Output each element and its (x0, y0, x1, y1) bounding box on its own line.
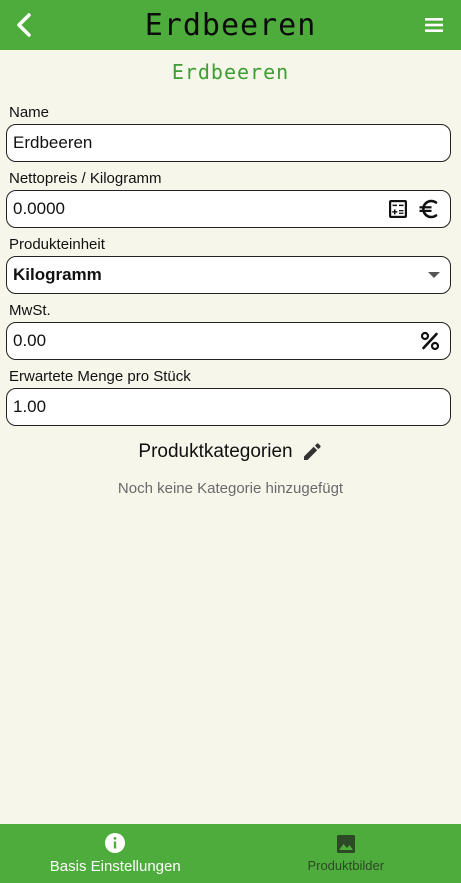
page-title: Erdbeeren (171, 60, 290, 84)
image-icon (336, 834, 356, 854)
tab-basis-einstellungen[interactable]: Basis Einstellungen (0, 824, 231, 883)
unit-select[interactable]: Kilogramm (6, 256, 451, 294)
net-price-label: Nettopreis / Kilogramm (9, 170, 162, 187)
tab-label: Produktbilder (307, 858, 385, 873)
unit-label: Produkteinheit (9, 236, 105, 253)
categories-empty-text: Noch keine Kategorie hinzugefügt (117, 480, 344, 497)
app-bar: Erdbeeren (0, 0, 461, 50)
dropdown-arrow-icon (428, 271, 440, 279)
name-field[interactable]: Erdbeeren (6, 124, 451, 162)
chevron-left-icon (14, 13, 34, 37)
euro-icon[interactable] (418, 198, 440, 220)
calculator-icon[interactable] (388, 199, 408, 219)
app-bar-title: Erdbeeren (144, 7, 317, 43)
unit-value: Kilogramm (13, 265, 102, 284)
vat-value: 0.00 (13, 331, 47, 350)
bottom-navigation: Basis Einstellungen Produktbilder (0, 824, 461, 883)
name-value: Erdbeeren (13, 133, 93, 152)
pencil-icon[interactable] (301, 441, 323, 463)
expected-quantity-value: 1.00 (13, 397, 47, 416)
categories-header: Produktkategorien (0, 441, 461, 463)
vat-field[interactable]: 0.00 (6, 322, 451, 360)
tab-produktbilder[interactable]: Produktbilder (231, 824, 461, 883)
expected-quantity-field[interactable]: 1.00 (6, 388, 451, 426)
info-icon (104, 832, 126, 854)
menu-button[interactable] (419, 10, 449, 40)
net-price-field[interactable]: 0.0000 (6, 190, 451, 228)
tab-label: Basis Einstellungen (49, 858, 181, 875)
percent-icon (420, 331, 440, 351)
categories-title: Produktkategorien (138, 441, 293, 462)
expected-quantity-label: Erwartete Menge pro Stück (9, 368, 191, 385)
name-label: Name (9, 104, 50, 121)
back-button[interactable] (8, 9, 40, 41)
net-price-value: 0.0000 (13, 199, 65, 218)
hamburger-menu-icon (423, 16, 445, 34)
vat-label: MwSt. (9, 302, 51, 319)
